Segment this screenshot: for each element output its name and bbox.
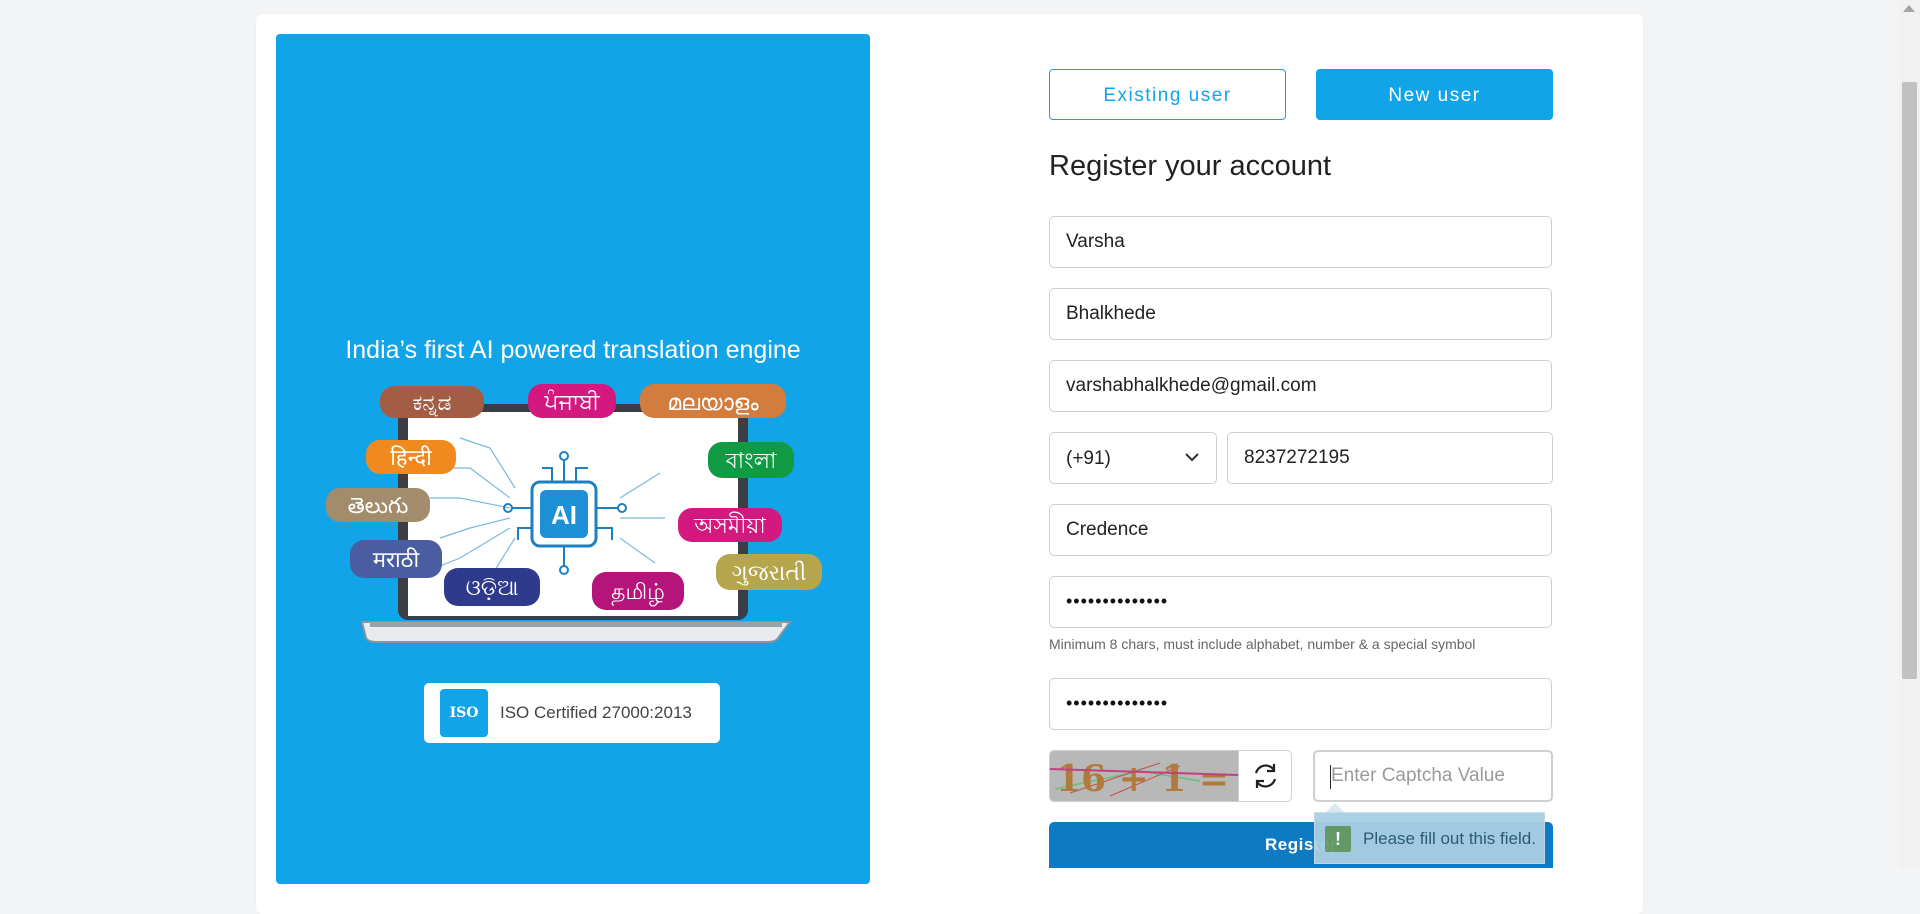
warning-icon: ! [1325, 826, 1351, 852]
first-name-field[interactable] [1049, 216, 1552, 268]
password-field[interactable]: •••••••••••••• [1049, 576, 1552, 628]
lang-gujarati: ગુજરાતી [732, 561, 807, 586]
captcha-field[interactable] [1313, 750, 1553, 802]
phone-field[interactable] [1227, 432, 1553, 484]
captcha-box: 16 + 1 = [1049, 750, 1292, 802]
organization-field[interactable] [1049, 504, 1552, 556]
lang-bangla: বাংলা [725, 449, 777, 474]
iso-badge: ISO ISO Certified 27000:2013 [424, 683, 720, 743]
hero-title: India’s first AI powered translation eng… [345, 336, 801, 364]
password-value: •••••••••••••• [1066, 591, 1169, 611]
tab-existing-user[interactable]: Existing user [1049, 69, 1286, 120]
lang-hindi: हिन्दी [390, 445, 432, 471]
text-caret [1330, 765, 1331, 789]
lang-kannada: ಕನ್ನಡ [412, 391, 451, 417]
country-code-select[interactable]: (+91) [1049, 432, 1217, 484]
lang-odia: ଓଡ଼ିଆ [466, 576, 519, 601]
lang-assamese: অসমীয়া [693, 512, 766, 539]
translation-illustration: AI ಕನ್ನಡ ਪੰਜਾਬੀ മലയാളം हिन्दी বাংলা తెలు… [326, 384, 822, 643]
organization-input[interactable] [1050, 505, 1551, 555]
lang-telugu: తెలుగు [348, 494, 409, 519]
page-title: Register your account [1049, 150, 1332, 182]
lang-malayalam: മലയാളം [667, 391, 759, 416]
captcha-image: 16 + 1 = [1050, 751, 1238, 801]
last-name-input[interactable] [1050, 289, 1551, 339]
lang-marathi: मराठी [373, 547, 420, 573]
email-field[interactable] [1049, 360, 1552, 412]
phone-input[interactable] [1228, 433, 1552, 483]
tooltip-text: Please fill out this field. [1363, 829, 1536, 848]
confirm-password-field[interactable]: •••••••••••••• [1049, 678, 1552, 730]
chevron-down-icon [1185, 453, 1199, 462]
country-code-value: (+91) [1066, 448, 1111, 469]
email-input[interactable] [1050, 361, 1551, 411]
validation-tooltip: ! Please fill out this field. [1314, 812, 1545, 864]
refresh-icon [1254, 764, 1277, 788]
scrollbar-thumb[interactable] [1902, 82, 1917, 679]
iso-logo-icon: ISO [440, 689, 488, 737]
captcha-text: 16 + 1 = [1056, 758, 1229, 800]
password-hint: Minimum 8 chars, must include alphabet, … [1049, 636, 1476, 652]
first-name-input[interactable] [1050, 217, 1551, 267]
tab-new-user[interactable]: New user [1316, 69, 1553, 120]
captcha-refresh-button[interactable] [1238, 751, 1291, 801]
captcha-input[interactable] [1315, 752, 1551, 800]
lang-tamil: தமிழ் [611, 580, 665, 606]
confirm-password-value: •••••••••••••• [1066, 693, 1169, 713]
lang-punjabi: ਪੰਜਾਬੀ [543, 390, 601, 415]
iso-text: ISO Certified 27000:2013 [500, 703, 692, 722]
ai-chip-label: AI [551, 500, 577, 530]
last-name-field[interactable] [1049, 288, 1552, 340]
scroll-up-arrow-icon[interactable] [1903, 5, 1915, 12]
